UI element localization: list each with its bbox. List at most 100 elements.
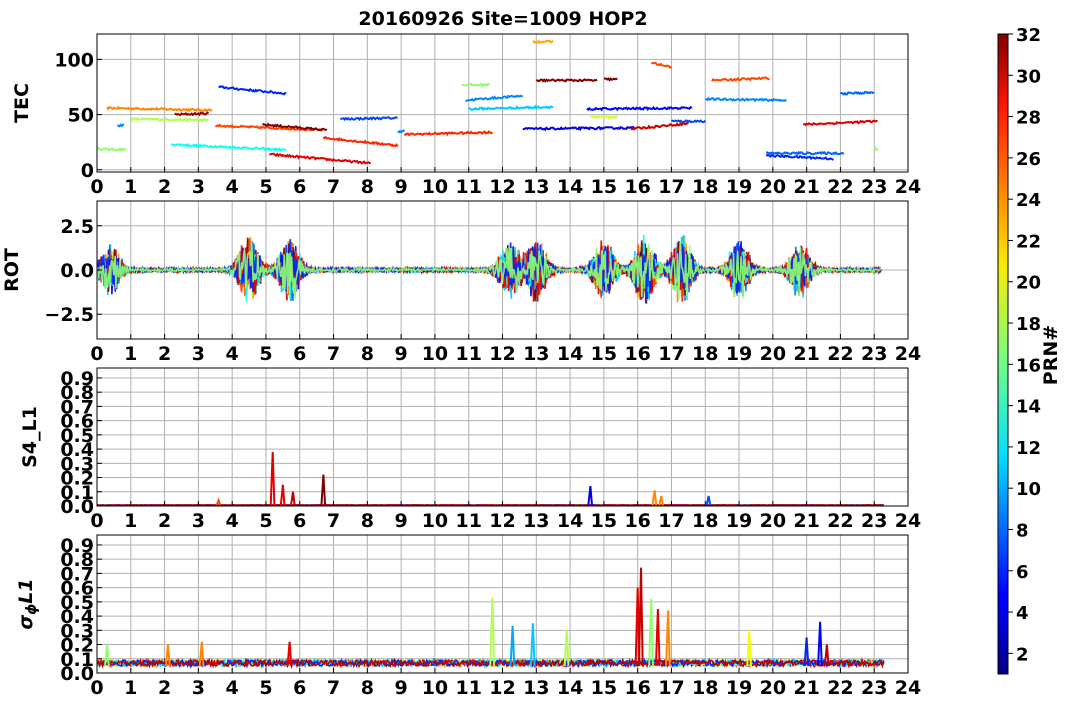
x-tick-label: 23 — [861, 343, 887, 365]
tec-arc-prn-17 — [97, 146, 127, 152]
x-tick-label: 20 — [760, 176, 786, 198]
y-ticks-sigma: 0.00.10.20.30.40.50.60.70.80.9 — [60, 535, 102, 685]
x-tick-label: 13 — [523, 176, 549, 198]
x-tick-label: 21 — [793, 343, 819, 365]
x-tick-label: 19 — [726, 176, 752, 198]
panel-rot: 0 1 2 3 4 5 6 7 8 9 10 11 12 13 14 15 16 17 18 19 20 21 22 23 24… — [1, 200, 921, 365]
y-axis-label-sigma: σϕL1 — [15, 578, 40, 629]
tec-arc-prn-8 — [765, 150, 845, 156]
colorbar-tick-label: 28 — [1016, 108, 1041, 129]
tec-arc-prn-24 — [106, 105, 213, 113]
x-tick-label: 3 — [192, 677, 205, 699]
x-tick-label: 2 — [158, 176, 171, 198]
x-tick-label: 23 — [861, 176, 887, 198]
x-tick-label: 15 — [591, 510, 617, 532]
s4-spike-prn-29 — [269, 451, 276, 506]
sigma-spike-prn-17 — [648, 598, 654, 666]
x-tick-label: 17 — [658, 677, 684, 699]
x-tick-label: 22 — [827, 176, 853, 198]
x-tick-label: 6 — [293, 176, 306, 198]
y-tick-label: 0 — [81, 160, 94, 182]
x-tick-label: 8 — [361, 176, 374, 198]
x-tick-label: 3 — [192, 510, 205, 532]
y-tick-label: 0.0 — [60, 260, 94, 282]
x-tick-label: 12 — [489, 677, 515, 699]
sigma-spike-prn-10 — [509, 626, 516, 666]
x-tick-label: 19 — [726, 343, 752, 365]
x-tick-label: 4 — [226, 176, 239, 198]
colorbar-tick-label: 10 — [1016, 479, 1041, 500]
x-tick-label: 19 — [726, 677, 752, 699]
colorbar-tick-label: 2 — [1016, 644, 1029, 665]
x-tick-label: 24 — [895, 343, 921, 365]
tec-arc-prn-26 — [711, 76, 770, 82]
sigma-spike-prn-11 — [529, 623, 536, 666]
s4-trace-prn-30 — [97, 504, 884, 506]
tec-arc-prn-30 — [630, 121, 689, 131]
x-tick-label: 18 — [692, 510, 718, 532]
x-tick-label: 4 — [226, 677, 239, 699]
x-tick-label: 12 — [489, 176, 515, 198]
x-tick-label: 9 — [395, 677, 408, 699]
x-tick-label: 1 — [124, 343, 137, 365]
grid-s4 — [96, 368, 909, 507]
y-ticks-s4: 0.00.10.20.30.40.50.60.70.80.9 — [60, 368, 102, 518]
x-tick-label: 10 — [422, 176, 448, 198]
x-tick-label: 7 — [327, 343, 340, 365]
tec-arc-prn-8 — [839, 90, 875, 96]
x-tick-label: 15 — [591, 176, 617, 198]
sigma-spike-prn-29 — [654, 608, 661, 666]
x-tick-label: 21 — [793, 510, 819, 532]
y-tick-label: 50 — [68, 105, 94, 127]
x-tick-label: 20 — [760, 343, 786, 365]
x-tick-label: 10 — [422, 343, 448, 365]
x-tick-label: 24 — [895, 176, 921, 198]
x-tick-label: 12 — [489, 510, 515, 532]
grid-sigma — [96, 535, 909, 674]
x-tick-label: 16 — [624, 176, 650, 198]
x-tick-label: 14 — [557, 343, 583, 365]
tec-arc-prn-29 — [269, 152, 372, 165]
sigma-spike-prn-24 — [665, 610, 671, 666]
x-tick-label: 22 — [827, 343, 853, 365]
x-tick-label: 11 — [455, 343, 481, 365]
s4-spike-prn-24 — [658, 495, 664, 506]
tec-arc-prn-27 — [403, 130, 493, 137]
x-tick-label: 14 — [557, 510, 583, 532]
x-tick-label: 20 — [760, 510, 786, 532]
x-tick-label: 5 — [259, 176, 272, 198]
x-tick-label: 7 — [327, 176, 340, 198]
x-tick-label: 3 — [192, 343, 205, 365]
colorbar-tick-label: 26 — [1016, 149, 1041, 170]
s4-spike-prn-30 — [290, 491, 296, 506]
panel-tec: 0 1 2 3 4 5 6 7 8 9 10 11 12 13 14 15 16 17 18 19 20 21 22 23 24… — [11, 33, 921, 198]
sigma-spike-prn-18 — [489, 597, 496, 666]
x-tick-label: 13 — [523, 677, 549, 699]
x-tick-label: 18 — [692, 343, 718, 365]
tec-arc-prn-6 — [218, 85, 287, 96]
x-tick-label: 3 — [192, 176, 205, 198]
tec-arc-prn-9 — [705, 96, 787, 103]
y-tick-label: −2.5 — [44, 304, 94, 326]
x-tick-label: 16 — [624, 510, 650, 532]
tec-arc-prn-7 — [340, 116, 398, 122]
x-tick-label: 9 — [395, 510, 408, 532]
colorbar-tick-label: 12 — [1016, 438, 1041, 459]
x-tick-label: 1 — [124, 176, 137, 198]
x-tick-label: 6 — [293, 343, 306, 365]
x-tick-label: 15 — [591, 677, 617, 699]
chart-title: 20160926 Site=1009 HOP2 — [358, 8, 647, 30]
x-tick-label: 16 — [624, 343, 650, 365]
x-tick-label: 18 — [692, 176, 718, 198]
x-tick-label: 4 — [226, 343, 239, 365]
x-tick-label: 23 — [861, 510, 887, 532]
y-axis-label-s4: S4_L1 — [19, 406, 41, 468]
colorbar-tick-label: 18 — [1016, 314, 1041, 335]
x-tick-label: 13 — [523, 343, 549, 365]
tec-arc-prn-6 — [765, 153, 834, 161]
x-tick-label: 15 — [591, 343, 617, 365]
x-tick-label: 6 — [293, 677, 306, 699]
tec-arc-prn-26 — [651, 61, 672, 69]
tec-arc-prn-27 — [322, 135, 399, 148]
x-tick-label: 5 — [259, 343, 272, 365]
